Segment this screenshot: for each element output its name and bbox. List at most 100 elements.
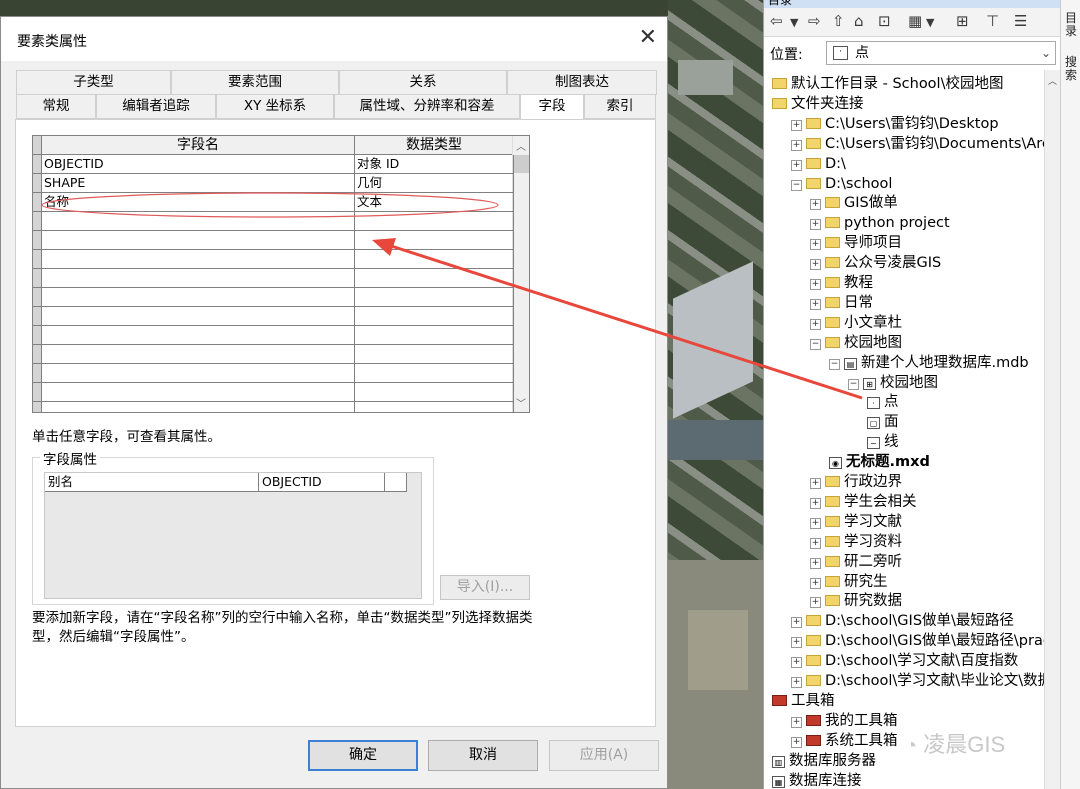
tree-toggle-icon[interactable]: ⊤ <box>986 12 999 30</box>
tree-node[interactable]: + C:\Users\雷钧钧\Desktop <box>791 114 999 134</box>
view-dropdown-icon[interactable]: ▼ <box>926 16 934 29</box>
tree-node[interactable]: + C:\Users\雷钧钧\Documents\Arc <box>791 134 1045 154</box>
expand-icon[interactable]: + <box>810 259 821 271</box>
ok-button[interactable]: 确定 <box>308 740 418 771</box>
tree-node[interactable]: · 点 <box>867 392 899 412</box>
expand-icon[interactable]: + <box>810 318 821 330</box>
connect-folder-icon[interactable]: ⊡ <box>878 12 891 30</box>
tab-bottom-0[interactable]: 常规 <box>16 94 96 119</box>
row-selector[interactable] <box>33 212 42 231</box>
expand-icon[interactable]: + <box>791 159 802 171</box>
tree-node[interactable]: + 教程 <box>810 273 873 293</box>
up-folder-icon[interactable]: ⇧ <box>832 12 845 30</box>
tree-node[interactable]: + D:\school\学习文献\百度指数 <box>791 651 1018 671</box>
tree-node[interactable]: + 我的工具箱 <box>791 711 898 731</box>
tree-node[interactable]: + 系统工具箱 <box>791 731 898 751</box>
tree-node[interactable]: ▢ 面 <box>867 412 899 432</box>
data-type-cell[interactable] <box>355 250 514 269</box>
expand-icon[interactable]: + <box>810 219 821 231</box>
data-type-cell[interactable] <box>355 231 514 250</box>
expand-icon[interactable]: + <box>791 677 802 688</box>
tab-bottom-5[interactable]: 索引 <box>584 94 656 119</box>
tree-node[interactable]: − ▤ 新建个人地理数据库.mdb <box>829 353 1029 373</box>
expand-icon[interactable]: + <box>791 617 802 629</box>
tree-node[interactable]: ◉ 无标题.mxd <box>829 452 930 472</box>
close-icon[interactable]: ✕ <box>639 25 657 50</box>
tree-node[interactable]: + 研究数据 <box>810 591 902 611</box>
tree-node[interactable]: + 导师项目 <box>810 233 902 253</box>
scroll-down-icon[interactable]: ﹀ <box>513 395 529 410</box>
tree-node[interactable]: + 研究生 <box>810 572 888 592</box>
tree-node[interactable]: 文件夹连接 <box>772 94 864 114</box>
field-grid[interactable]: 字段名 数据类型 ︿ ﹀ OBJECTID 对象 ID SHAPE 几何 名称 文本 <box>32 135 530 413</box>
expand-icon[interactable]: + <box>791 736 802 748</box>
tree-node[interactable]: + GIS做单 <box>810 193 898 213</box>
expand-icon[interactable]: + <box>810 298 821 310</box>
field-name-cell[interactable] <box>42 383 355 402</box>
expand-icon[interactable]: + <box>810 597 821 609</box>
row-selector[interactable] <box>33 174 42 193</box>
data-type-cell[interactable] <box>355 326 514 345</box>
tree-node[interactable]: + 学习文献 <box>810 512 902 532</box>
side-tab-search[interactable]: 搜索 <box>1063 56 1079 82</box>
row-selector[interactable] <box>33 288 42 307</box>
tree-node[interactable]: + 学生会相关 <box>810 492 917 512</box>
location-select[interactable]: · 点 ⌄ <box>826 41 1056 65</box>
tree-node[interactable]: + 行政边界 <box>810 472 902 492</box>
data-type-cell[interactable] <box>355 345 514 364</box>
expand-icon[interactable]: + <box>791 716 802 728</box>
row-selector[interactable] <box>33 269 42 288</box>
scroll-up-icon[interactable]: ︿ <box>1048 74 1057 87</box>
back-icon[interactable]: ⇦ <box>770 12 783 30</box>
tree-node[interactable]: − 校园地图 <box>810 333 902 353</box>
expand-icon[interactable]: + <box>810 199 821 211</box>
metadata-icon[interactable]: ☰ <box>1014 12 1027 30</box>
row-selector[interactable] <box>33 364 42 383</box>
prop-value[interactable]: OBJECTID <box>259 473 385 492</box>
tree-node[interactable]: ~ 线 <box>867 432 899 452</box>
tab-bottom-2[interactable]: XY 坐标系 <box>216 94 334 119</box>
tab-bottom-1[interactable]: 编辑者追踪 <box>96 94 216 119</box>
tree-node[interactable]: + D:\school\学习文献\毕业论文\数据 <box>791 671 1045 691</box>
field-name-cell[interactable]: OBJECTID <box>42 155 355 174</box>
tree-node[interactable]: + D:\ <box>791 154 846 174</box>
row-selector[interactable] <box>33 307 42 326</box>
home-icon[interactable]: ⌂ <box>854 12 864 30</box>
tree-node[interactable]: 工具箱 <box>772 691 835 711</box>
tree-node[interactable]: 默认工作目录 - School\校园地图 <box>772 74 1003 94</box>
collapse-icon[interactable]: − <box>848 378 859 390</box>
tree-node[interactable]: + 研二旁听 <box>810 552 902 572</box>
tab-bottom-3[interactable]: 属性域、分辨率和容差 <box>334 94 520 119</box>
expand-icon[interactable]: + <box>791 119 802 131</box>
field-name-cell[interactable] <box>42 250 355 269</box>
data-type-cell[interactable]: 对象 ID <box>355 155 514 174</box>
back-dropdown-icon[interactable]: ▼ <box>790 16 798 29</box>
import-button[interactable]: 导入(I)... <box>440 575 530 600</box>
scroll-thumb[interactable] <box>514 155 529 173</box>
data-type-cell[interactable] <box>355 212 514 231</box>
data-type-cell[interactable] <box>355 364 514 383</box>
cancel-button[interactable]: 取消 <box>428 740 538 771</box>
tree-node[interactable]: + python project <box>810 213 950 233</box>
expand-icon[interactable]: + <box>810 497 821 509</box>
tab-top-3[interactable]: 制图表达 <box>507 70 657 95</box>
row-selector[interactable] <box>33 402 42 412</box>
column-header-field-name[interactable]: 字段名 <box>42 136 355 155</box>
collapse-icon[interactable]: − <box>810 338 821 350</box>
chevron-down-icon[interactable]: ⌄ <box>1041 42 1051 64</box>
expand-icon[interactable]: + <box>810 537 821 549</box>
side-tab-catalog[interactable]: 目录 <box>1063 12 1079 38</box>
expand-icon[interactable]: + <box>810 577 821 589</box>
row-selector[interactable] <box>33 193 42 212</box>
catalog-scrollbar[interactable]: ︿ <box>1044 70 1060 789</box>
field-name-cell[interactable] <box>42 364 355 383</box>
expand-icon[interactable]: + <box>791 139 802 151</box>
tree-node[interactable]: + 日常 <box>810 293 873 313</box>
data-type-cell[interactable] <box>355 307 514 326</box>
expand-icon[interactable]: + <box>810 239 821 251</box>
expand-icon[interactable]: + <box>791 657 802 669</box>
tree-node[interactable]: + 学习资料 <box>810 532 902 552</box>
data-type-cell[interactable] <box>355 269 514 288</box>
collapse-icon[interactable]: − <box>829 358 840 370</box>
tree-node[interactable]: − ⊞ 校园地图 <box>848 373 938 393</box>
